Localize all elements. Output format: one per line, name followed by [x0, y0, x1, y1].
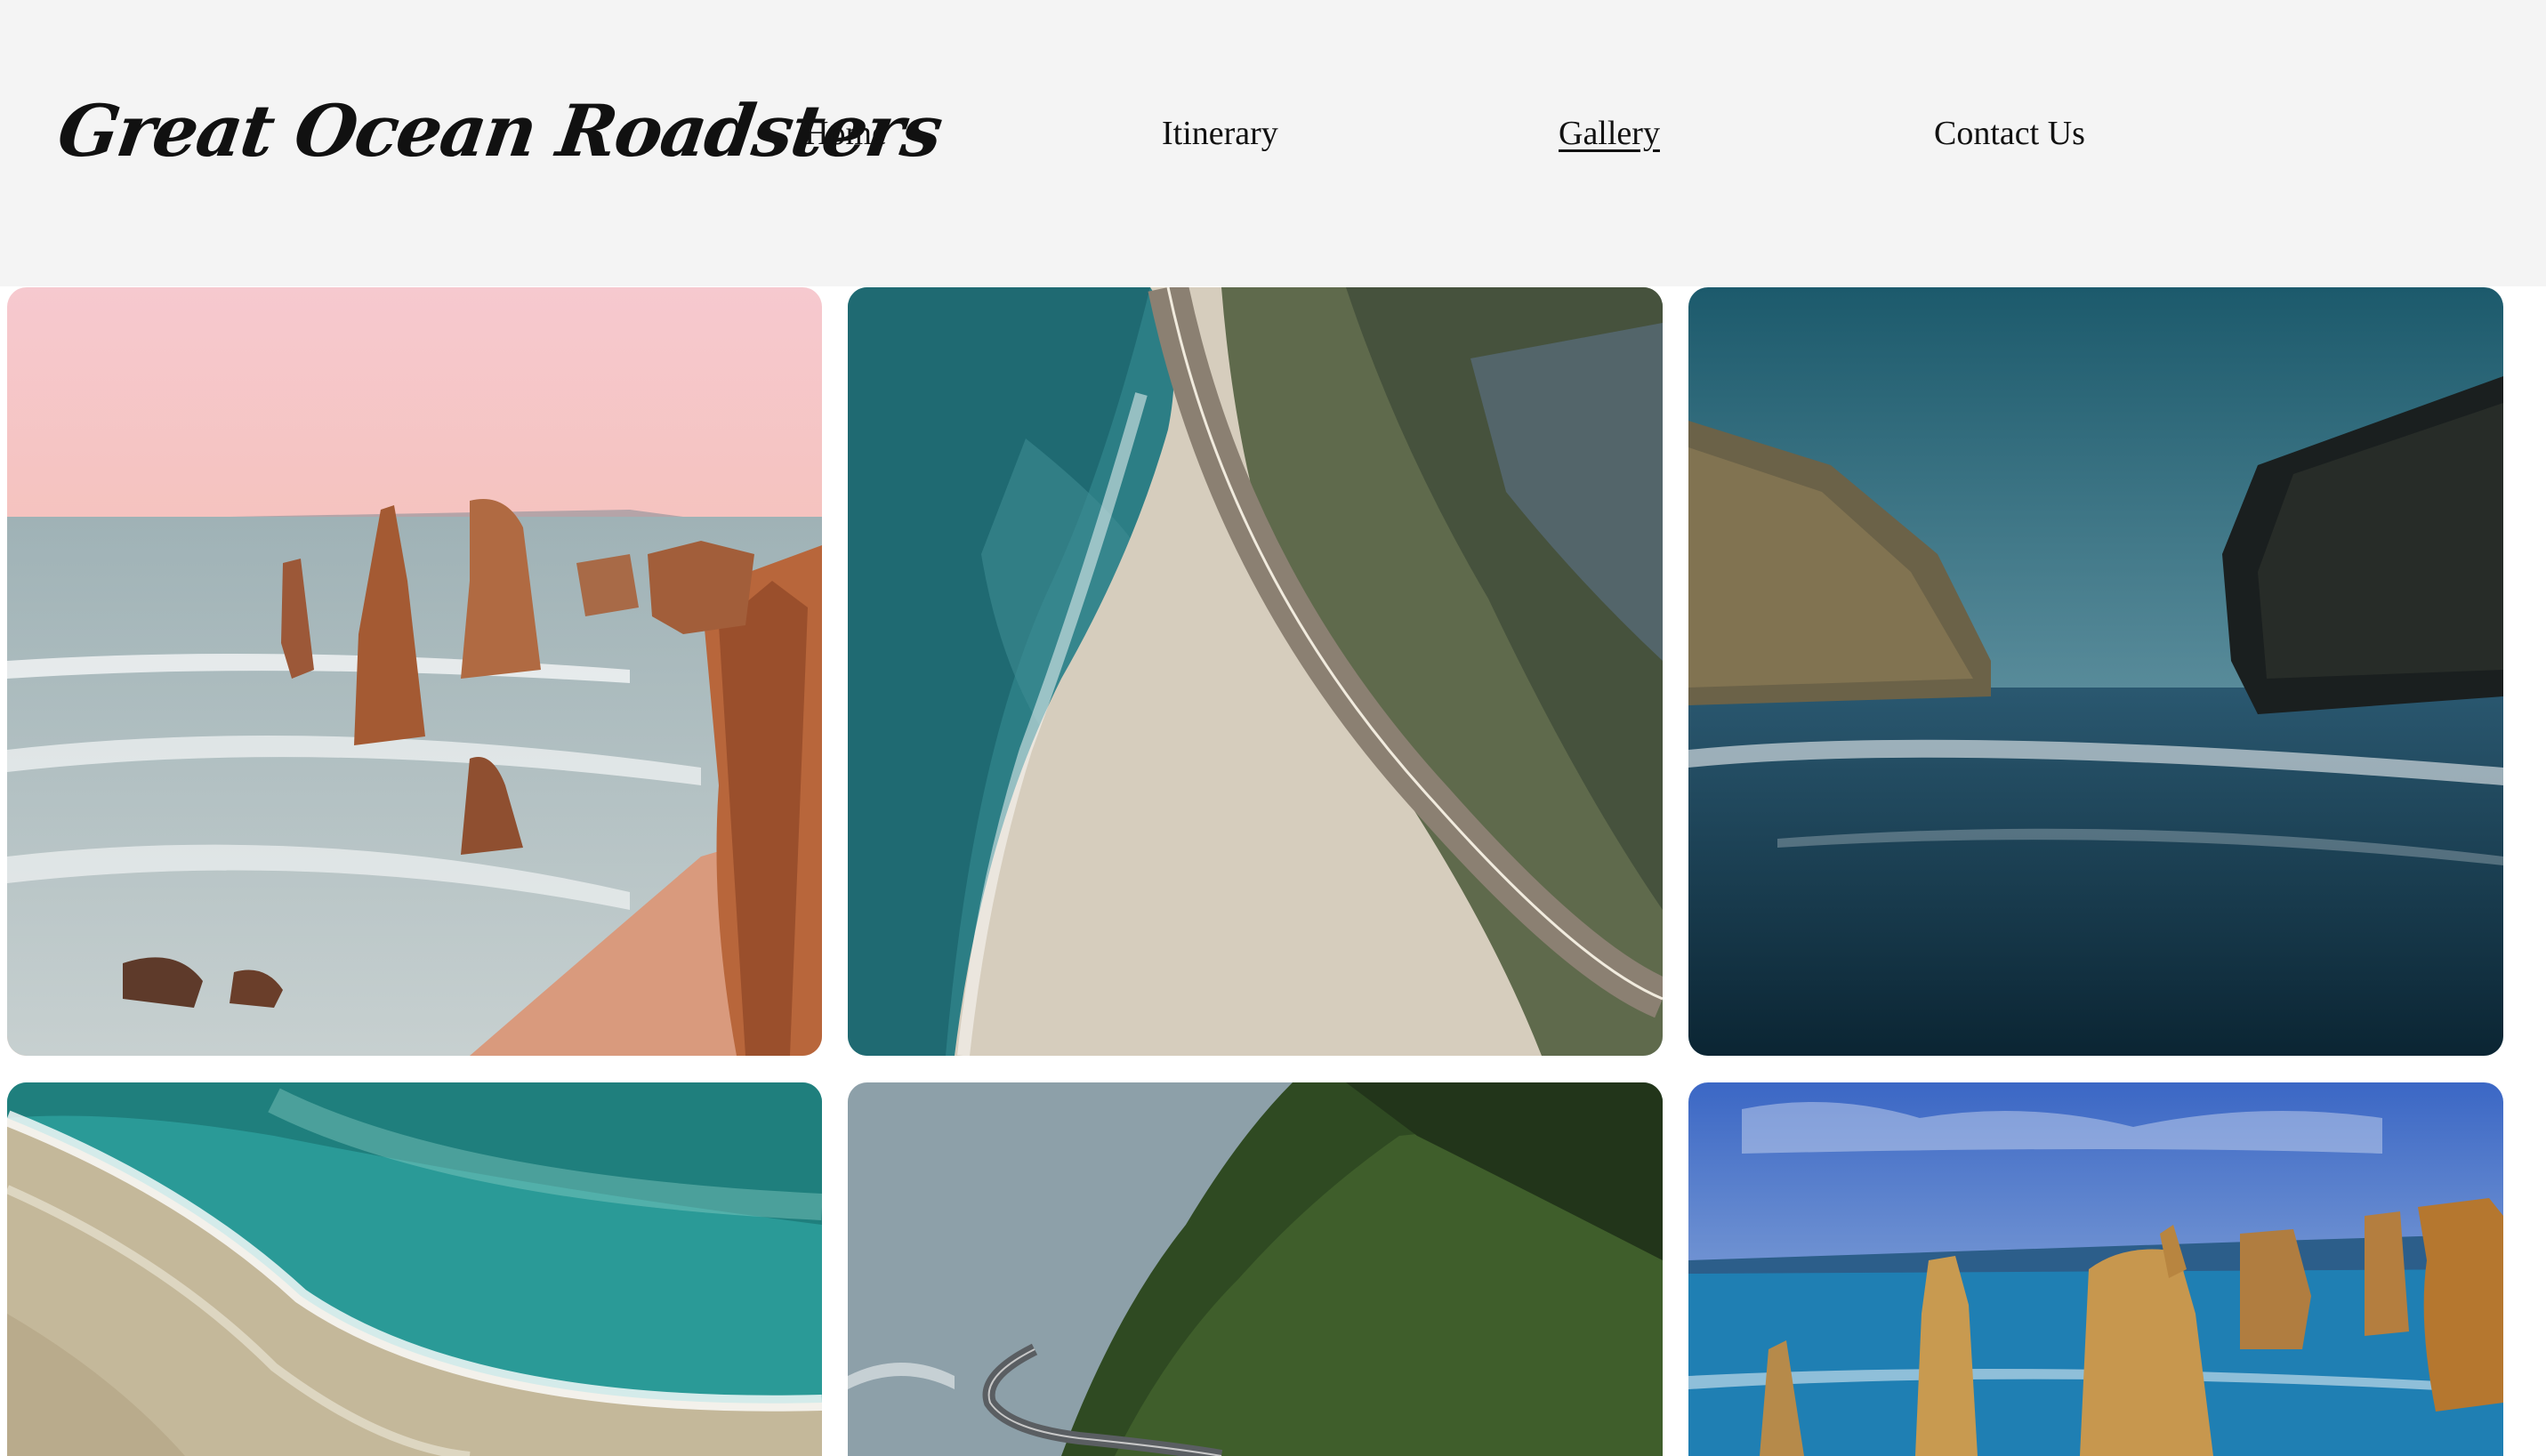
gallery-photo-turquoise-waves-aerial[interactable]: [7, 1082, 822, 1456]
gallery-photo-twelve-apostles-daylight[interactable]: [1688, 1082, 2503, 1456]
gallery-photo-coastal-road-aerial[interactable]: [848, 287, 1663, 1056]
gallery-photo-twelve-apostles-sunset[interactable]: [7, 287, 822, 1056]
nav-gallery-link[interactable]: Gallery: [1559, 114, 1660, 153]
nav-contact-link[interactable]: Contact Us: [1934, 114, 2085, 153]
gallery-photo-cliffs-ocean-blue[interactable]: [1688, 287, 2503, 1056]
gallery-photo-winding-road-forest[interactable]: [848, 1082, 1663, 1456]
nav-itinerary-link[interactable]: Itinerary: [1162, 114, 1278, 153]
site-header: Great Ocean Roadsters Home Itinerary Gal…: [0, 0, 2546, 286]
nav-home-link[interactable]: Home: [804, 114, 887, 153]
